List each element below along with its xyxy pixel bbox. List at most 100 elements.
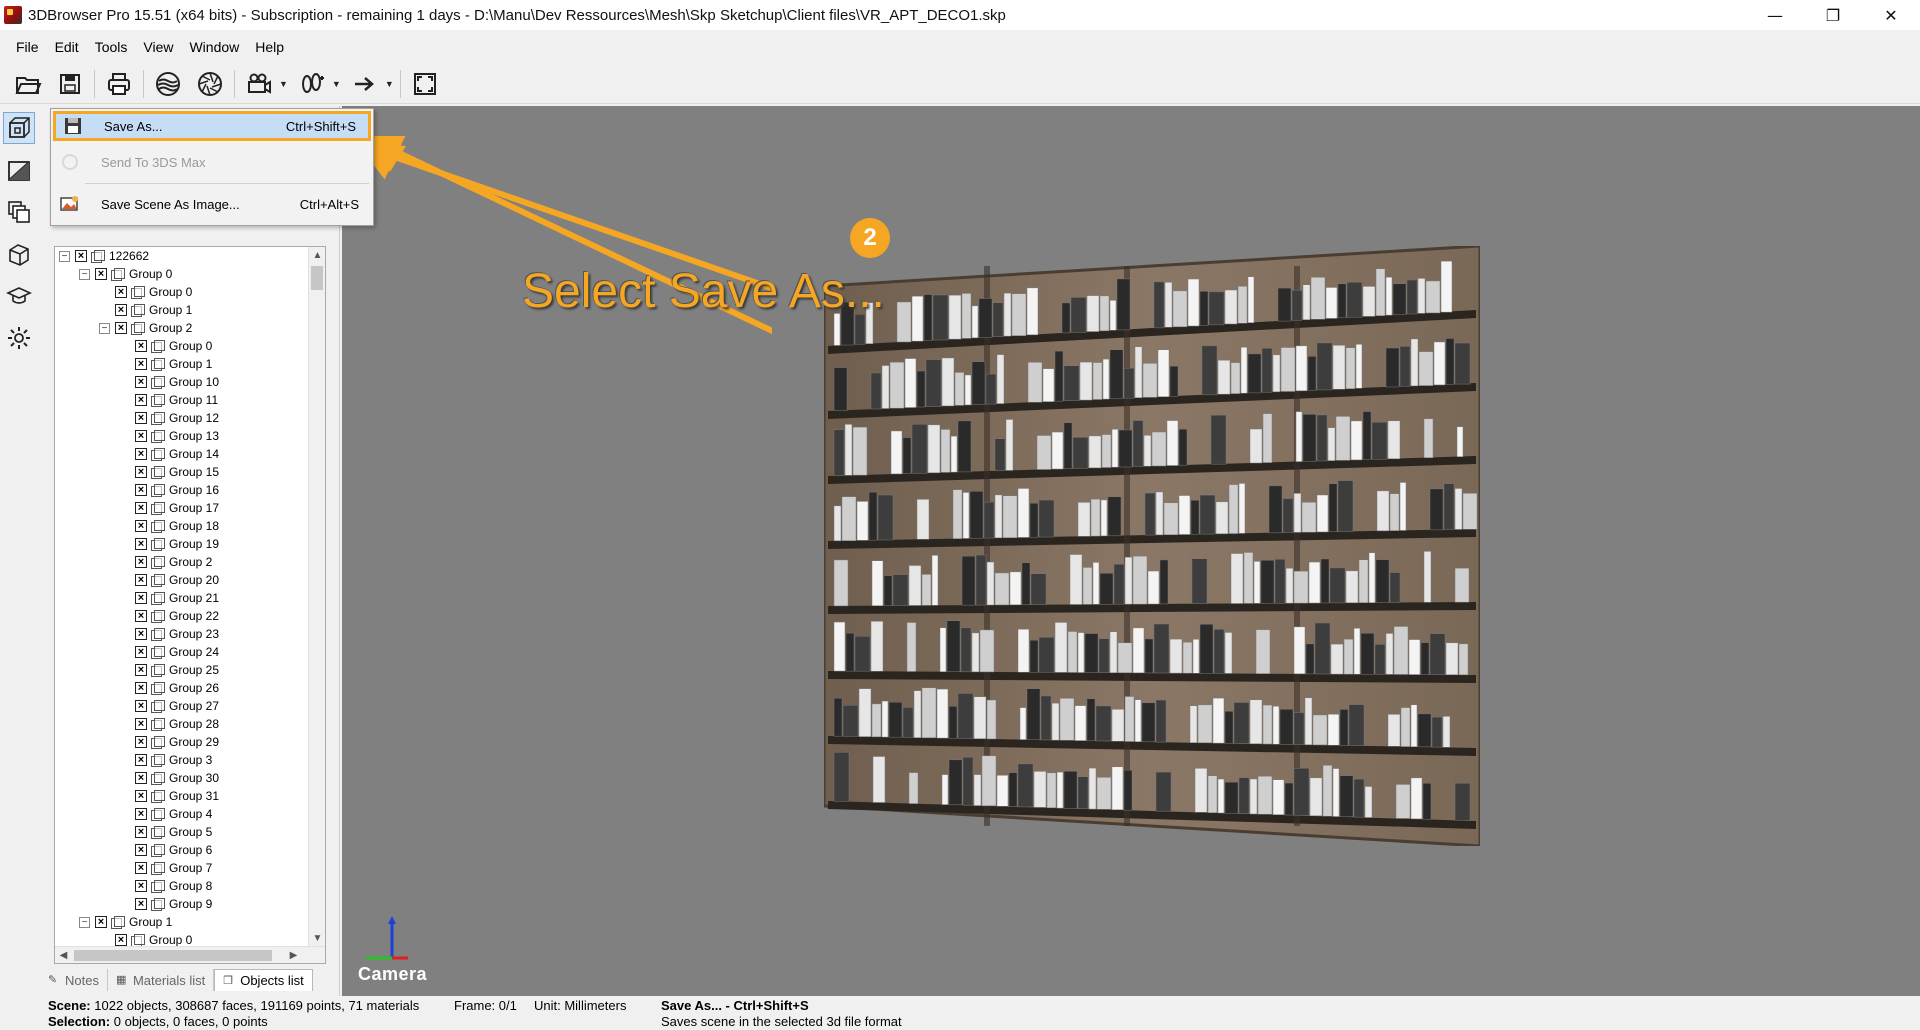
tab-materials-list[interactable]: ▦ Materials list (108, 969, 215, 991)
visibility-checkbox[interactable]: × (135, 628, 147, 640)
menu-item-save-scene-as-image[interactable]: Save Scene As Image... Ctrl+Alt+S (53, 189, 371, 219)
scroll-thumb[interactable] (311, 266, 323, 290)
visibility-checkbox[interactable]: × (135, 538, 147, 550)
visibility-checkbox[interactable]: × (135, 376, 147, 388)
tab-notes[interactable]: ✎ Notes (40, 969, 108, 991)
tree-row[interactable]: × Group 30 (55, 769, 309, 787)
visibility-checkbox[interactable]: × (135, 574, 147, 586)
gear-icon[interactable] (3, 322, 35, 354)
objects-panel-icon[interactable] (3, 112, 35, 144)
visibility-checkbox[interactable]: × (135, 502, 147, 514)
visibility-checkbox[interactable]: × (115, 286, 127, 298)
materials-icon[interactable] (150, 66, 186, 102)
tree-row[interactable]: − × Group 0 (55, 265, 309, 283)
tree-row[interactable]: × Group 16 (55, 481, 309, 499)
chevron-down-icon[interactable]: ▼ (279, 79, 288, 89)
tree-row[interactable]: × Group 27 (55, 697, 309, 715)
tree-row[interactable]: × Group 11 (55, 391, 309, 409)
menu-file[interactable]: File (8, 35, 47, 59)
layers-icon[interactable] (3, 196, 35, 228)
menu-item-send-to-3ds-max[interactable]: Send To 3DS Max (53, 147, 371, 177)
tree-row[interactable]: × Group 1 (55, 355, 309, 373)
horizontal-scrollbar[interactable]: ◀ ▶ (55, 946, 325, 963)
vertical-scrollbar[interactable]: ▲ ▼ (308, 247, 325, 947)
visibility-checkbox[interactable]: × (95, 916, 107, 928)
tree-row[interactable]: × Group 8 (55, 877, 309, 895)
visibility-checkbox[interactable]: × (135, 484, 147, 496)
visibility-checkbox[interactable]: × (135, 790, 147, 802)
scroll-up-icon[interactable]: ▲ (309, 247, 325, 264)
visibility-checkbox[interactable]: × (135, 898, 147, 910)
tree-row[interactable]: × Group 0 (55, 337, 309, 355)
tree-row[interactable]: × Group 10 (55, 373, 309, 391)
menu-edit[interactable]: Edit (47, 35, 87, 59)
visibility-checkbox[interactable]: × (135, 700, 147, 712)
fullscreen-icon[interactable] (407, 66, 443, 102)
tree-row[interactable]: × Group 0 (55, 931, 309, 947)
tree-row[interactable]: × Group 15 (55, 463, 309, 481)
tree-row[interactable]: × Group 4 (55, 805, 309, 823)
tab-objects-list[interactable]: ❐ Objects list (214, 969, 313, 991)
visibility-checkbox[interactable]: × (135, 646, 147, 658)
restore-button[interactable]: ❐ (1804, 0, 1862, 30)
visibility-checkbox[interactable]: × (135, 736, 147, 748)
print-icon[interactable] (101, 66, 137, 102)
chevron-down-icon[interactable]: ▼ (332, 79, 341, 89)
tree-row[interactable]: × Group 18 (55, 517, 309, 535)
tree-row[interactable]: × Group 6 (55, 841, 309, 859)
visibility-checkbox[interactable]: × (135, 880, 147, 892)
visibility-checkbox[interactable]: × (135, 520, 147, 532)
tree-row[interactable]: × Group 25 (55, 661, 309, 679)
visibility-checkbox[interactable]: × (135, 718, 147, 730)
tree-row[interactable]: × Group 23 (55, 625, 309, 643)
visibility-checkbox[interactable]: × (135, 610, 147, 622)
visibility-checkbox[interactable]: × (135, 664, 147, 676)
menu-tools[interactable]: Tools (87, 35, 136, 59)
visibility-checkbox[interactable]: × (135, 772, 147, 784)
collapse-icon[interactable]: − (59, 250, 70, 262)
tree-row[interactable]: × Group 21 (55, 589, 309, 607)
visibility-checkbox[interactable]: × (135, 340, 147, 352)
menu-item-save-as[interactable]: Save As... Ctrl+Shift+S (53, 111, 371, 141)
visibility-checkbox[interactable]: × (135, 412, 147, 424)
visibility-checkbox[interactable]: × (135, 448, 147, 460)
minimize-button[interactable]: — (1746, 0, 1804, 30)
visibility-checkbox[interactable]: × (135, 358, 147, 370)
walk-icon[interactable] (294, 66, 330, 102)
visibility-checkbox[interactable]: × (135, 808, 147, 820)
tree-row[interactable]: − × Group 2 (55, 319, 309, 337)
tree-row[interactable]: × Group 22 (55, 607, 309, 625)
tree-row[interactable]: × Group 24 (55, 643, 309, 661)
collapse-icon[interactable]: − (79, 268, 90, 280)
visibility-checkbox[interactable]: × (135, 592, 147, 604)
visibility-checkbox[interactable]: × (135, 862, 147, 874)
visibility-checkbox[interactable]: × (135, 394, 147, 406)
collapse-icon[interactable]: − (99, 322, 110, 334)
camera-aperture-icon[interactable] (192, 66, 228, 102)
visibility-checkbox[interactable]: × (135, 556, 147, 568)
visibility-checkbox[interactable]: × (115, 934, 127, 946)
material-editor-icon[interactable] (3, 154, 35, 186)
save-icon[interactable] (52, 66, 88, 102)
tree-row[interactable]: × Group 31 (55, 787, 309, 805)
menu-view[interactable]: View (135, 35, 181, 59)
visibility-checkbox[interactable]: × (135, 844, 147, 856)
visibility-checkbox[interactable]: × (135, 430, 147, 442)
tree-row[interactable]: × Group 1 (55, 301, 309, 319)
visibility-checkbox[interactable]: × (115, 322, 127, 334)
visibility-checkbox[interactable]: × (75, 250, 87, 262)
visibility-checkbox[interactable]: × (135, 826, 147, 838)
visibility-checkbox[interactable]: × (115, 304, 127, 316)
tree-row[interactable]: × Group 19 (55, 535, 309, 553)
tree-row[interactable]: × Group 29 (55, 733, 309, 751)
tree-row[interactable]: − × Group 1 (55, 913, 309, 931)
open-folder-icon[interactable] (10, 66, 46, 102)
tree-row[interactable]: × Group 3 (55, 751, 309, 769)
tree-row[interactable]: × Group 7 (55, 859, 309, 877)
cube-icon[interactable] (3, 238, 35, 270)
menu-window[interactable]: Window (181, 35, 247, 59)
arrow-right-icon[interactable] (347, 66, 383, 102)
tree-row[interactable]: × Group 26 (55, 679, 309, 697)
tree-row[interactable]: × Group 17 (55, 499, 309, 517)
tree-row[interactable]: × Group 0 (55, 283, 309, 301)
